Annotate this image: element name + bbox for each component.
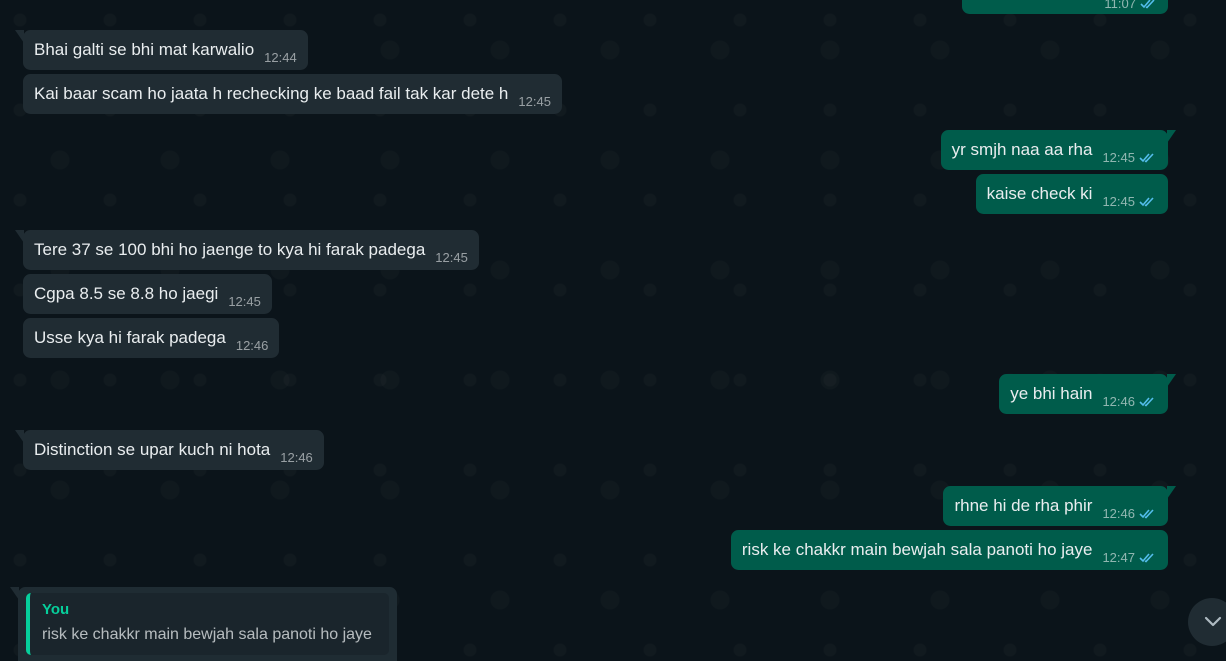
incoming-message[interactable]: Bhai galti se bhi mat karwalio 12:44 bbox=[15, 30, 308, 70]
double-check-icon bbox=[1139, 508, 1154, 518]
message-text: rhne hi de rha phir bbox=[954, 496, 1093, 515]
message-meta: 12:47 bbox=[1102, 550, 1157, 565]
message-time: 12:45 bbox=[228, 293, 261, 309]
message-time: 12:45 bbox=[1102, 149, 1135, 165]
double-check-icon bbox=[1139, 152, 1154, 162]
incoming-message[interactable]: Distinction se upar kuch ni hota 12:46 bbox=[15, 430, 324, 470]
message-text: yr smjh naa aa rha bbox=[951, 140, 1093, 159]
reply-message-bubble[interactable]: You risk ke chakkr main bewjah sala pano… bbox=[10, 587, 397, 661]
message-time: 12:46 bbox=[280, 449, 313, 465]
message-time: 12:46 bbox=[1102, 393, 1135, 409]
message-text: Cgpa 8.5 se 8.8 ho jaegi bbox=[34, 284, 219, 303]
quoted-author: You bbox=[42, 601, 70, 618]
double-check-icon bbox=[1139, 552, 1154, 562]
message-meta: 12:45 bbox=[518, 94, 551, 109]
message-text: risk ke chakkr main bewjah sala panoti h… bbox=[741, 540, 1093, 559]
message-meta: 12:46 bbox=[280, 450, 313, 465]
chat-background: 11:07 Bhai galti se bhi mat karwalio 12:… bbox=[0, 0, 1226, 661]
message-time: 12:46 bbox=[235, 337, 269, 353]
message-time: 12:47 bbox=[1102, 549, 1135, 565]
message-time: 12:44 bbox=[264, 49, 297, 65]
message-text: Distinction se upar kuch ni hota bbox=[34, 440, 271, 459]
message-time: 12:46 bbox=[1102, 505, 1135, 521]
message-text: Bhai galti se bhi mat karwalio bbox=[34, 40, 255, 59]
message-time: 12:45 bbox=[1102, 193, 1135, 209]
message-text: kaise check ki bbox=[986, 184, 1093, 203]
message-meta: 12:46 bbox=[236, 338, 269, 353]
message-meta: 12:46 bbox=[1102, 394, 1157, 409]
message-time: 11:07 bbox=[1104, 0, 1136, 11]
chevron-down-icon bbox=[1204, 616, 1222, 627]
message-meta: 12:44 bbox=[264, 50, 297, 65]
incoming-message[interactable]: Kai baar scam ho jaata h rechecking ke b… bbox=[23, 74, 562, 114]
outgoing-message[interactable]: yr smjh naa aa rha 12:45 bbox=[940, 130, 1177, 170]
quoted-message[interactable]: You risk ke chakkr main bewjah sala pano… bbox=[26, 593, 389, 655]
incoming-message[interactable]: Tere 37 se 100 bhi ho jaenge to kya hi f… bbox=[15, 230, 479, 270]
outgoing-message[interactable]: kaise check ki 12:45 bbox=[975, 174, 1168, 214]
quoted-text: risk ke chakkr main bewjah sala panoti h… bbox=[42, 626, 372, 643]
outgoing-message[interactable]: risk ke chakkr main bewjah sala panoti h… bbox=[730, 530, 1168, 570]
message-bubble-partial[interactable]: 11:07 bbox=[962, 0, 1168, 14]
message-meta: 12:45 bbox=[435, 250, 468, 265]
message-meta: 11:07 bbox=[1104, 0, 1158, 11]
message-time: 12:45 bbox=[435, 249, 468, 265]
incoming-message[interactable]: Cgpa 8.5 se 8.8 ho jaegi 12:45 bbox=[23, 274, 272, 314]
double-check-icon bbox=[1140, 0, 1155, 9]
outgoing-message[interactable]: rhne hi de rha phir 12:46 bbox=[943, 486, 1176, 526]
scroll-to-bottom-button[interactable] bbox=[1188, 598, 1226, 646]
double-check-icon bbox=[1139, 196, 1154, 206]
message-text: Kai baar scam ho jaata h rechecking ke b… bbox=[34, 84, 509, 103]
message-text: Usse kya hi farak padega bbox=[34, 328, 226, 347]
message-text: ye bhi hain bbox=[1010, 384, 1093, 403]
message-text: Tere 37 se 100 bhi ho jaenge to kya hi f… bbox=[34, 240, 426, 259]
message-meta: 12:45 bbox=[228, 294, 261, 309]
message-meta: 12:45 bbox=[1102, 194, 1157, 209]
outgoing-message[interactable]: ye bhi hain 12:46 bbox=[999, 374, 1176, 414]
message-time: 12:45 bbox=[518, 93, 551, 109]
message-meta: 12:45 bbox=[1102, 150, 1157, 165]
double-check-icon bbox=[1139, 396, 1154, 406]
message-meta: 12:46 bbox=[1102, 506, 1157, 521]
incoming-message[interactable]: Usse kya hi farak padega 12:46 bbox=[23, 318, 280, 358]
